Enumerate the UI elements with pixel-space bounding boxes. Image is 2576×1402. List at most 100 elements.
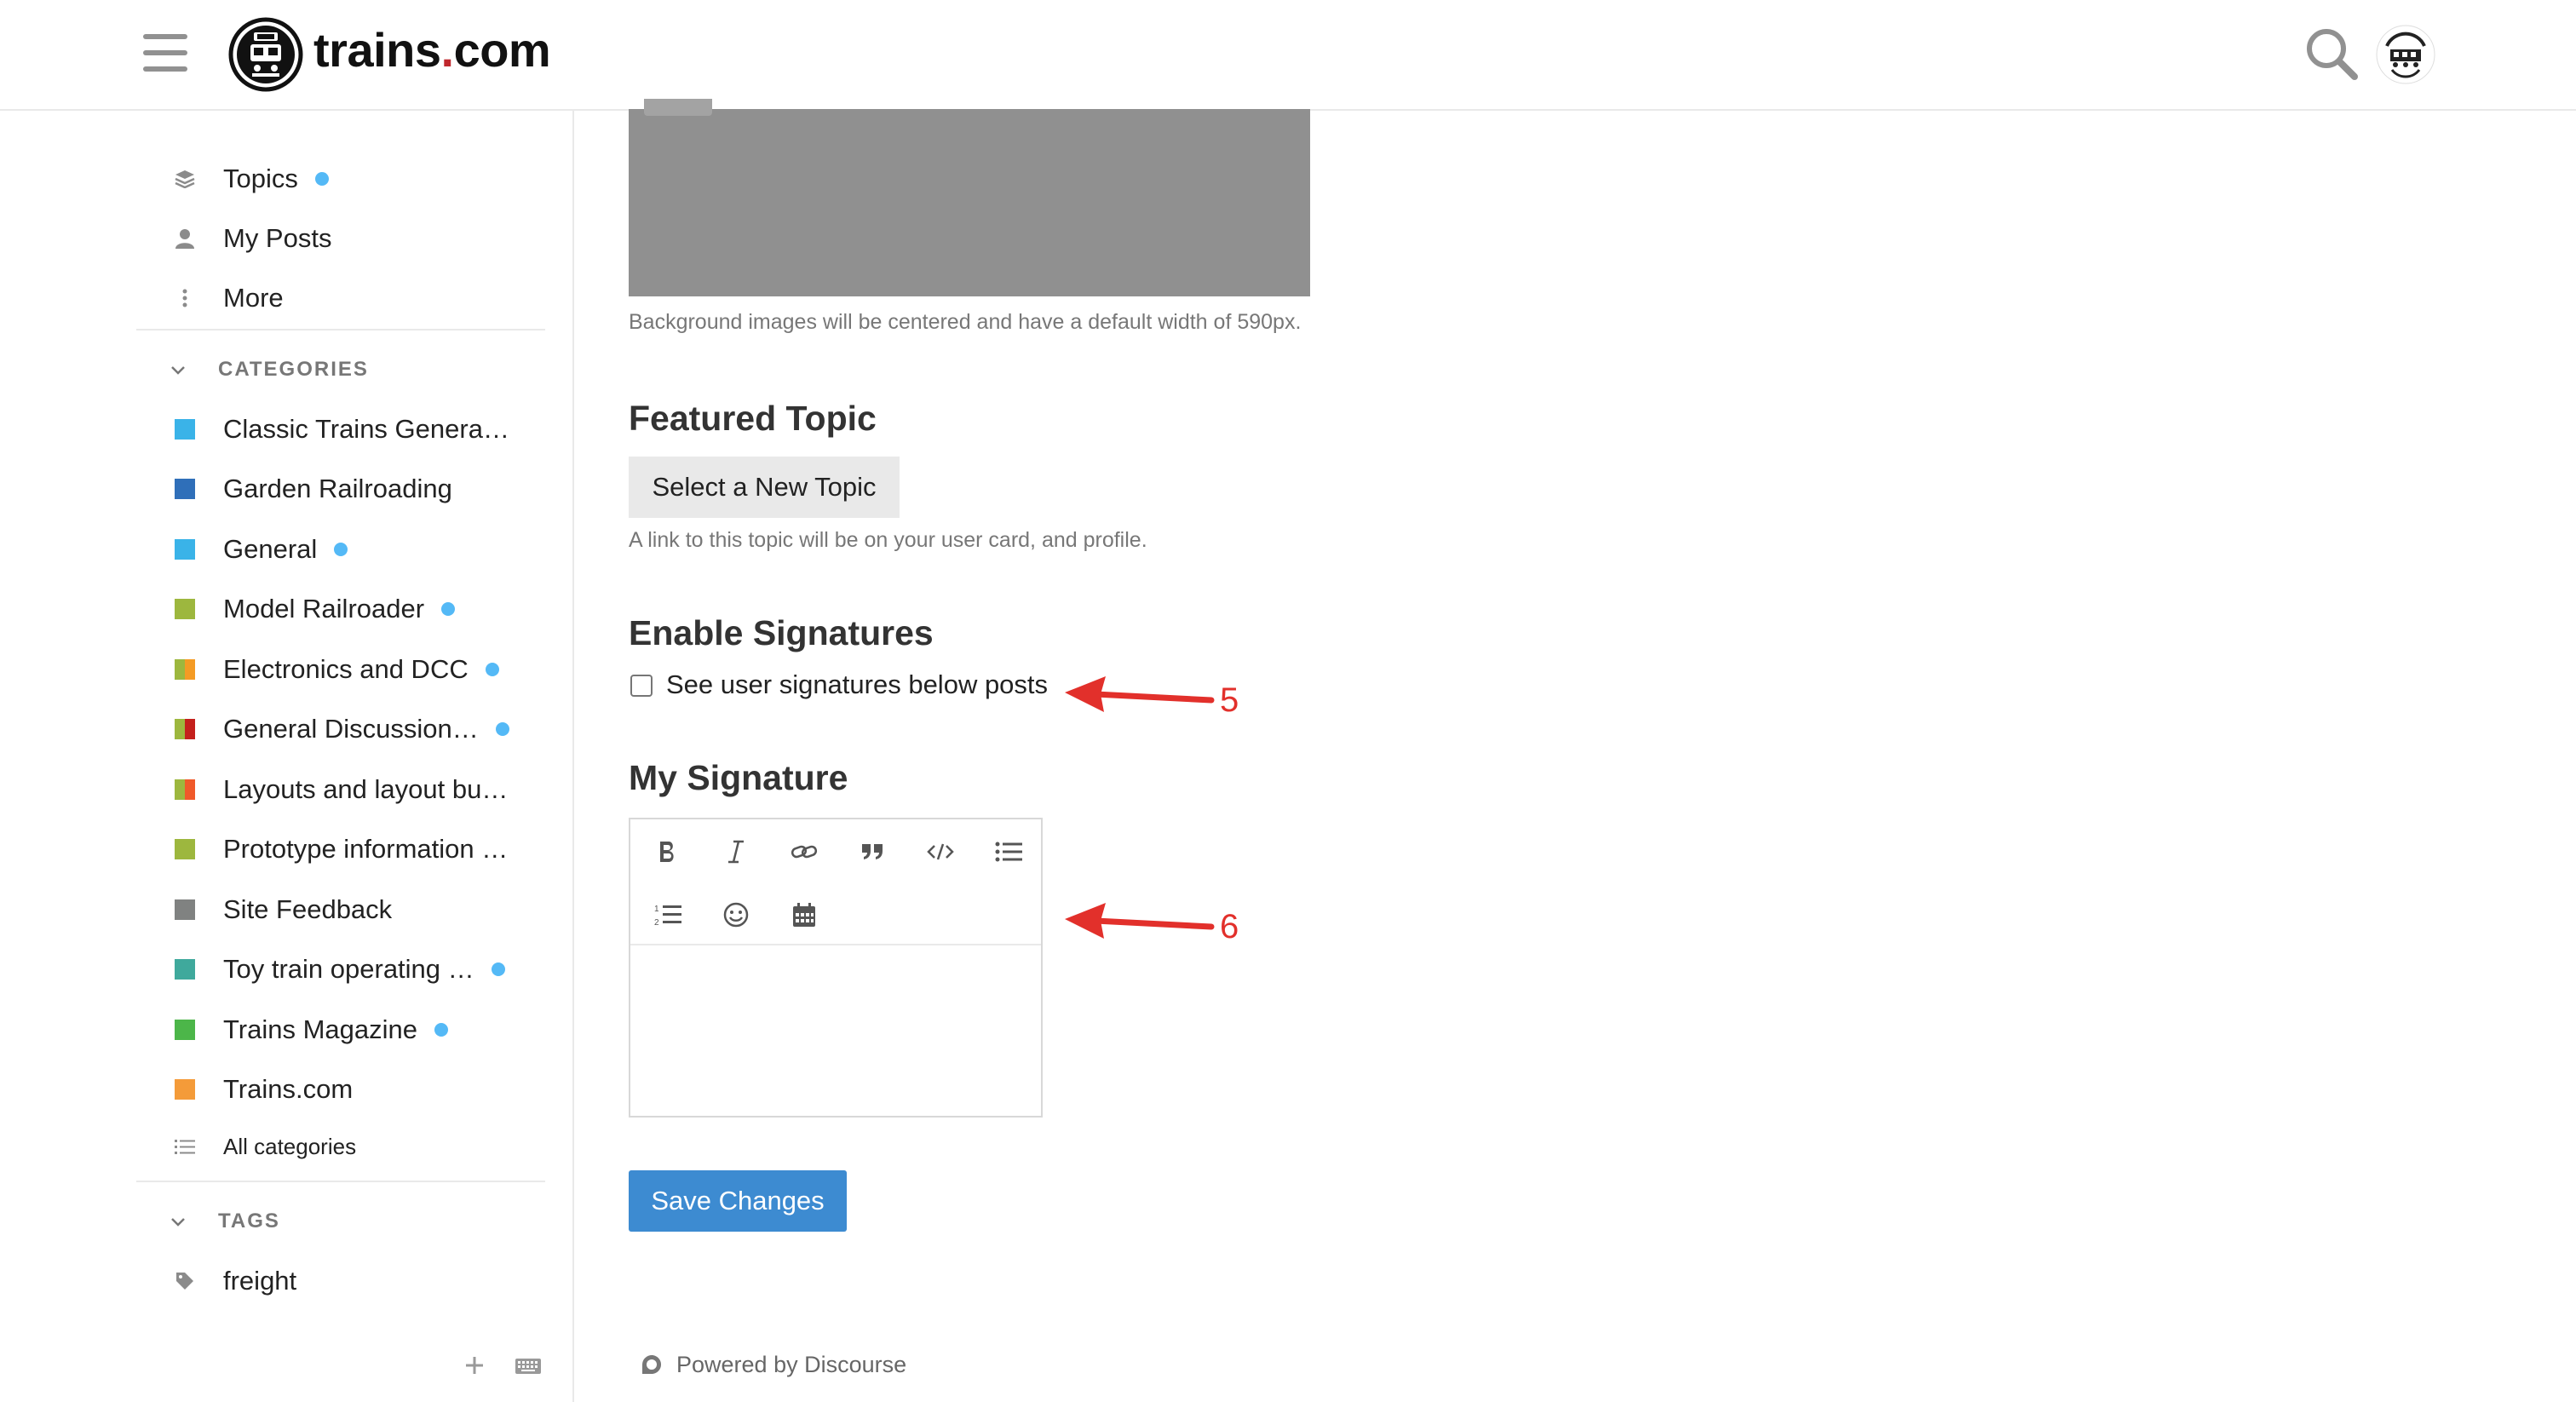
sidebar-item-label: Site Feedback (223, 894, 393, 924)
signature-textarea[interactable] (630, 945, 1041, 1114)
categories-heading: CATEGORIES (218, 358, 369, 381)
chevron-down-icon (170, 359, 196, 381)
search-icon[interactable] (2303, 26, 2360, 82)
category-color-swatch (175, 599, 195, 619)
hamburger-menu-icon[interactable] (143, 34, 187, 72)
sidebar-item-category[interactable]: Site Feedback (170, 884, 545, 935)
list-icon (172, 1138, 198, 1155)
svg-text:2: 2 (654, 918, 659, 927)
sidebar-item-category[interactable]: Garden Railroading (170, 463, 545, 514)
svg-text:1: 1 (654, 905, 659, 914)
sidebar-item-category[interactable]: Toy train operating … (170, 944, 545, 995)
tag-icon (172, 1271, 198, 1291)
select-new-topic-button[interactable]: Select a New Topic (629, 457, 900, 518)
sidebar-item-label: General Discussion… (223, 714, 479, 744)
sidebar-item-category[interactable]: General (170, 524, 545, 575)
category-color-swatch (175, 719, 195, 739)
new-indicator-dot (441, 602, 456, 616)
new-indicator-dot (495, 722, 509, 736)
category-color-swatch (175, 959, 195, 980)
sidebar-item-label: freight (223, 1266, 297, 1296)
link-icon[interactable] (780, 828, 828, 876)
sidebar-item-label: Layouts and layout bu… (223, 774, 509, 804)
discourse-logo-icon (642, 1355, 661, 1374)
sidebar-item-label: More (223, 283, 284, 313)
sidebar-item-label: Toy train operating … (223, 954, 474, 984)
editor-toolbar: 12 (630, 819, 1041, 945)
tags-section-toggle[interactable]: TAGS (170, 1204, 280, 1238)
plus-icon[interactable] (463, 1354, 486, 1376)
bullet-list-icon[interactable] (985, 828, 1032, 876)
sidebar-item-category[interactable]: Trains Magazine (170, 1004, 545, 1055)
sidebar-item-category[interactable]: General Discussion… (170, 704, 545, 755)
annotation-label-5: 5 (1220, 681, 1239, 719)
background-help-text: Background images will be centered and h… (629, 310, 1302, 334)
sidebar-item-label: Electronics and DCC (223, 654, 469, 684)
user-icon (172, 228, 198, 249)
category-color-swatch (175, 839, 195, 859)
annotation-arrow-6 (1065, 903, 1215, 939)
see-signatures-label[interactable]: See user signatures below posts (666, 669, 1048, 700)
my-signature-title: My Signature (629, 758, 848, 797)
see-signatures-checkbox[interactable] (630, 675, 653, 697)
italic-icon[interactable] (712, 828, 760, 876)
sidebar-item-label: Classic Trains Genera… (223, 414, 509, 444)
profile-background-preview[interactable] (629, 109, 1310, 296)
sidebar-item-all-categories[interactable]: All categories (170, 1121, 545, 1172)
sidebar-item-label: Trains.com (223, 1074, 354, 1104)
sidebar-item-label: Topics (223, 164, 298, 193)
save-changes-button[interactable]: Save Changes (629, 1170, 847, 1232)
category-color-swatch (175, 1020, 195, 1040)
sidebar-item-more[interactable]: More (170, 273, 545, 324)
categories-section-toggle[interactable]: CATEGORIES (170, 353, 369, 387)
background-upload-control[interactable] (644, 99, 712, 116)
layers-icon (172, 170, 198, 188)
sidebar-item-label: Model Railroader (223, 594, 425, 623)
quote-icon[interactable] (848, 828, 896, 876)
sidebar-item-topics[interactable]: Topics (170, 153, 545, 204)
calendar-icon[interactable] (780, 891, 828, 939)
signature-editor: 12 (629, 818, 1043, 1118)
annotation-label-6: 6 (1220, 908, 1239, 945)
sidebar-item-label: Garden Railroading (223, 474, 452, 503)
sidebar-item-category[interactable]: Prototype information … (170, 824, 545, 875)
ellipsis-vertical-icon (172, 288, 198, 308)
user-avatar[interactable] (2375, 24, 2436, 85)
new-indicator-dot (491, 962, 505, 976)
sidebar-item-category[interactable]: Model Railroader (170, 583, 545, 635)
numbered-list-icon[interactable]: 12 (644, 891, 692, 939)
sidebar-item-category[interactable]: Classic Trains Genera… (170, 404, 545, 455)
keyboard-icon[interactable] (515, 1358, 542, 1375)
category-color-swatch (175, 419, 195, 440)
code-icon[interactable] (917, 828, 964, 876)
new-indicator-dot (434, 1023, 449, 1037)
site-logo-text[interactable]: trains.com (313, 22, 551, 78)
emoji-icon[interactable] (712, 891, 760, 939)
bold-icon[interactable] (644, 828, 692, 876)
sidebar-item-label: All categories (223, 1133, 357, 1159)
train-logo-icon[interactable] (228, 17, 303, 92)
featured-topic-help-text: A link to this topic will be on your use… (629, 528, 1147, 552)
sidebar-item-label: My Posts (223, 223, 332, 253)
new-indicator-dot (334, 543, 348, 556)
sidebar-item-label: Prototype information … (223, 834, 509, 864)
sidebar-item-category[interactable]: Trains.com (170, 1064, 545, 1115)
category-color-swatch (175, 659, 195, 680)
category-color-swatch (175, 539, 195, 560)
new-indicator-dot (485, 663, 499, 676)
chevron-down-icon (170, 1210, 196, 1232)
category-color-swatch (175, 479, 195, 499)
annotation-arrow-5 (1065, 676, 1215, 712)
sidebar-item-category[interactable]: Layouts and layout bu… (170, 764, 545, 815)
sidebar-item-label: General (223, 534, 318, 564)
sidebar-item-category[interactable]: Electronics and DCC (170, 644, 545, 695)
enable-signatures-title: Enable Signatures (629, 613, 934, 652)
new-indicator-dot (314, 172, 329, 186)
powered-by-discourse-link[interactable]: Powered by Discourse (641, 1347, 906, 1382)
sidebar-item-tag-freight[interactable]: freight (170, 1255, 545, 1307)
sidebar-item-my-posts[interactable]: My Posts (170, 213, 545, 264)
featured-topic-title: Featured Topic (629, 399, 877, 438)
sidebar-divider (136, 1181, 545, 1182)
site-header: trains.com (0, 0, 2576, 111)
sidebar-item-label: Trains Magazine (223, 1014, 418, 1044)
